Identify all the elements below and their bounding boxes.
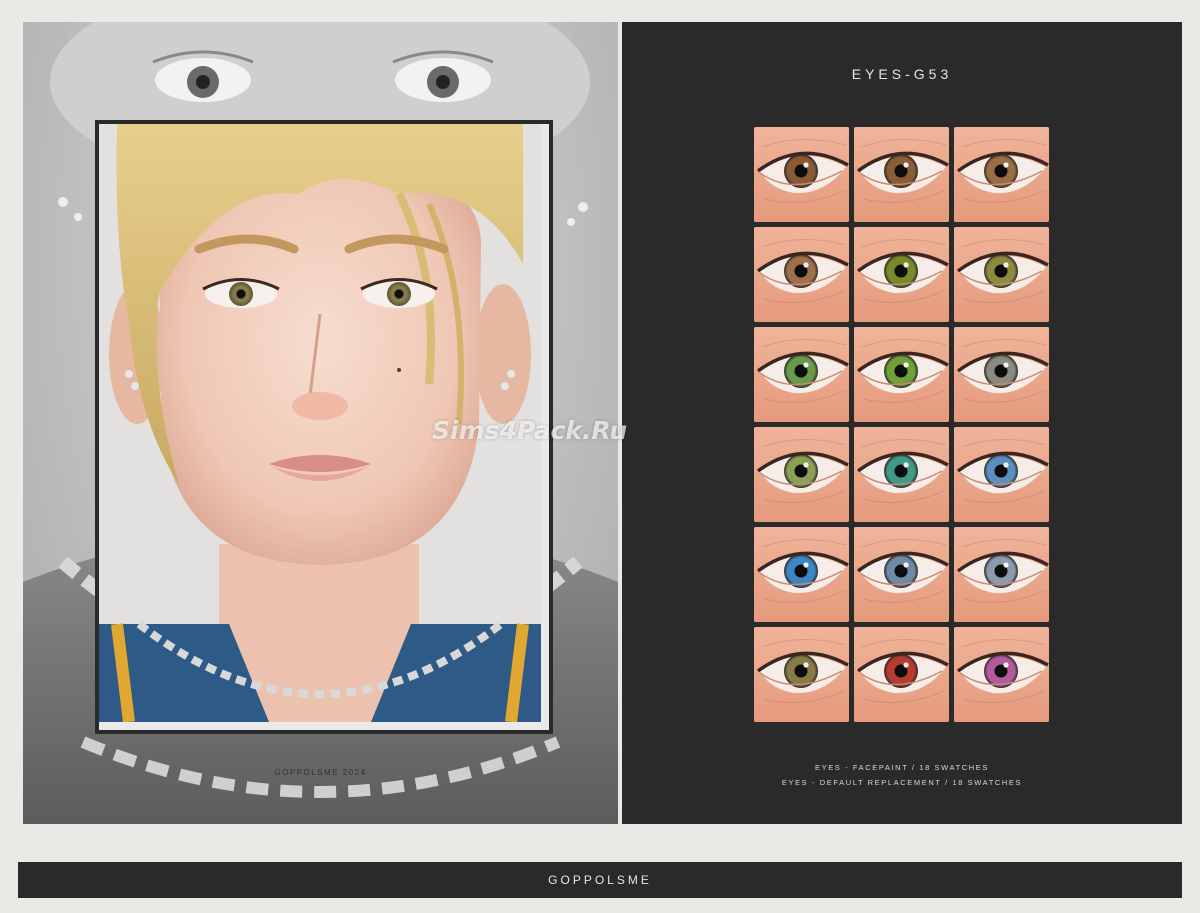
eye-swatch[interactable] (954, 327, 1049, 422)
footer-bar: GOPPOLSME (18, 862, 1182, 898)
eye-swatch[interactable] (854, 327, 949, 422)
info-text: EYES - FACEPAINT / 18 SWATCHES EYES - DE… (622, 760, 1182, 790)
eye-swatch-image (754, 527, 849, 622)
eye-swatch-image (854, 327, 949, 422)
eye-swatch-image (954, 227, 1049, 322)
eye-swatch-image (854, 627, 949, 722)
eye-swatch[interactable] (954, 527, 1049, 622)
eye-swatch[interactable] (754, 227, 849, 322)
eye-swatch-image (954, 327, 1049, 422)
eye-swatch[interactable] (954, 227, 1049, 322)
eye-swatch[interactable] (754, 427, 849, 522)
watermark: Sims4Pack.Ru (432, 416, 628, 445)
eye-swatch[interactable] (954, 127, 1049, 222)
product-title: EYES-G53 (851, 66, 953, 82)
info-line-facepaint: EYES - FACEPAINT / 18 SWATCHES (814, 763, 989, 772)
eye-swatch-image (854, 227, 949, 322)
eye-swatch[interactable] (954, 627, 1049, 722)
eye-swatch[interactable] (754, 327, 849, 422)
eye-swatch-image (754, 627, 849, 722)
eye-swatch-image (954, 427, 1049, 522)
eye-swatch-image (854, 127, 949, 222)
eye-swatch-image (854, 427, 949, 522)
footer-brand: GOPPOLSME (548, 873, 652, 887)
swatch-grid (754, 127, 1050, 722)
eye-swatch[interactable] (954, 427, 1049, 522)
swatch-panel: EYES-G53 EYES - FACEPAINT / 18 SWATCHES … (622, 22, 1182, 824)
eye-swatch[interactable] (754, 527, 849, 622)
eye-swatch[interactable] (854, 527, 949, 622)
credit-label: GOPPOLSME 2024 (274, 768, 367, 777)
eye-swatch[interactable] (854, 127, 949, 222)
eye-swatch-image (954, 527, 1049, 622)
eye-swatch-image (954, 627, 1049, 722)
eye-swatch[interactable] (854, 427, 949, 522)
eye-swatch[interactable] (854, 627, 949, 722)
eye-swatch-image (754, 127, 849, 222)
eye-swatch-image (954, 127, 1049, 222)
info-line-default: EYES - DEFAULT REPLACEMENT / 18 SWATCHES (781, 778, 1023, 787)
eye-swatch[interactable] (754, 627, 849, 722)
eye-swatch-image (754, 227, 849, 322)
eye-swatch[interactable] (754, 127, 849, 222)
eye-swatch-image (754, 427, 849, 522)
eye-swatch-image (854, 527, 949, 622)
eye-swatch-image (754, 327, 849, 422)
eye-swatch[interactable] (854, 227, 949, 322)
